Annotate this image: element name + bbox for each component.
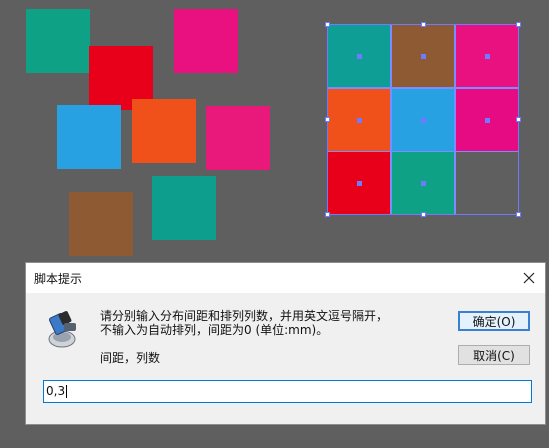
resize-handle-ml[interactable] — [325, 117, 330, 122]
grid-cell-5[interactable] — [391, 88, 455, 152]
grid-cell-1[interactable] — [327, 24, 391, 88]
input-field-label: 间距，列数 — [100, 351, 161, 365]
resize-handle-tr[interactable] — [516, 22, 521, 27]
cancel-button[interactable]: 取消(C) — [458, 345, 530, 365]
blue-square[interactable] — [57, 105, 121, 169]
text-caret — [66, 385, 68, 398]
center-point — [357, 118, 362, 123]
resize-handle-tl[interactable] — [325, 22, 330, 27]
script-prompt-dialog: 脚本提示 请分别输入分布间距和排列列数，并用英文逗号隔开， 不输入为自动排列，间… — [25, 262, 546, 425]
close-button[interactable] — [517, 266, 541, 290]
grid-cell-6[interactable] — [455, 88, 519, 152]
resize-handle-bm[interactable] — [421, 212, 426, 217]
resize-handle-bl[interactable] — [325, 212, 330, 217]
center-point — [485, 54, 490, 59]
resize-handle-tm[interactable] — [421, 22, 426, 27]
grid-cell-8[interactable] — [391, 151, 455, 215]
prompt-message-line1: 请分别输入分布间距和排列列数，并用英文逗号隔开， — [100, 309, 389, 323]
grid-cell-3[interactable] — [455, 24, 519, 88]
close-icon — [523, 272, 535, 284]
prompt-message: 请分别输入分布间距和排列列数，并用英文逗号隔开， 不输入为自动排列，间距为0 (… — [100, 309, 388, 337]
dialog-title: 脚本提示 — [34, 272, 83, 286]
grid-cell-9-empty — [455, 151, 519, 215]
center-point — [485, 118, 490, 123]
brown-square[interactable] — [69, 192, 133, 256]
teal-square[interactable] — [26, 9, 90, 73]
magenta-square[interactable] — [174, 9, 238, 73]
grid-cell-2[interactable] — [391, 24, 455, 88]
prompt-message-line2: 不输入为自动排列，间距为0 (单位:mm)。 — [100, 323, 329, 337]
center-point — [421, 118, 426, 123]
pink-square[interactable] — [206, 106, 270, 170]
arranged-grid[interactable] — [327, 24, 519, 215]
center-point — [357, 181, 362, 186]
ok-button[interactable]: 确定(O) — [458, 311, 530, 331]
script-icon — [48, 311, 76, 348]
center-point — [357, 54, 362, 59]
center-point — [421, 54, 426, 59]
grid-cell-7[interactable] — [327, 151, 391, 215]
center-point — [421, 181, 426, 186]
teal-square-2[interactable] — [152, 176, 216, 240]
spacing-columns-input[interactable]: 0,3 — [43, 380, 532, 403]
resize-handle-br[interactable] — [516, 212, 521, 217]
resize-handle-mr[interactable] — [516, 117, 521, 122]
dialog-titlebar[interactable]: 脚本提示 — [26, 263, 545, 293]
grid-cell-4[interactable] — [327, 88, 391, 152]
input-value: 0,3 — [46, 384, 66, 398]
orange-square[interactable] — [132, 99, 196, 163]
